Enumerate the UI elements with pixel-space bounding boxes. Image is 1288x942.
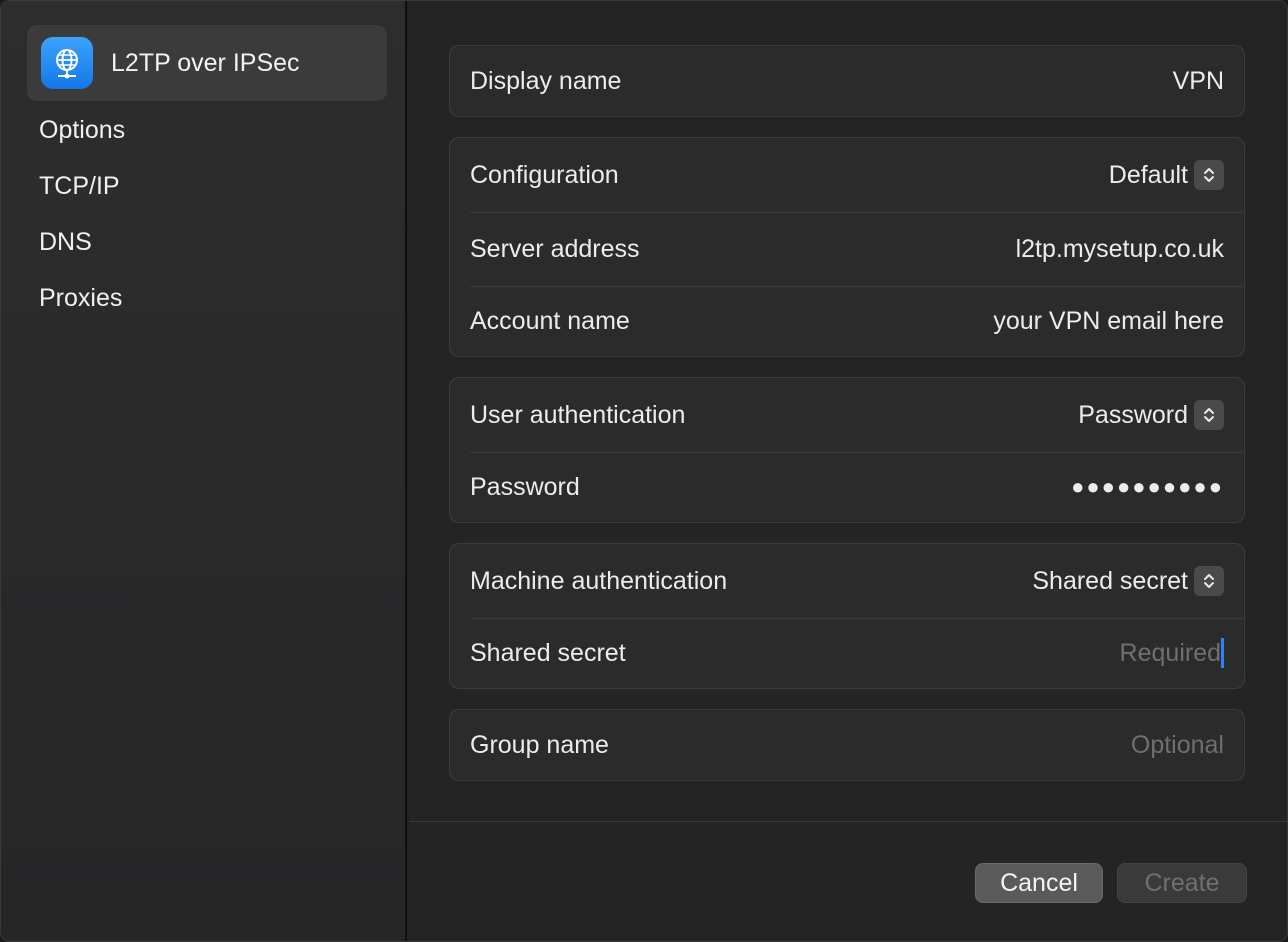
group-name-label: Group name [470,730,609,759]
display-name-field[interactable]: VPN [1173,67,1224,96]
account-name-label: Account name [470,306,630,335]
account-name-row: Account name your VPN email here [450,286,1244,356]
sidebar-item-dns[interactable]: DNS [39,226,92,258]
shared-secret-placeholder: Required [1119,638,1221,667]
updown-chevron-icon [1194,566,1224,596]
server-address-field[interactable]: l2tp.mysetup.co.uk [1016,235,1224,264]
configuration-label: Configuration [470,160,619,189]
display-name-group: Display name VPN [449,45,1245,117]
server-address-label: Server address [470,234,640,263]
settings-pane: Display name VPN Configuration Default S… [409,1,1287,941]
machine-auth-value: Shared secret [1032,566,1188,595]
group-name-field[interactable]: Optional [1131,731,1224,760]
sidebar-item-proxies[interactable]: Proxies [39,282,122,314]
create-button[interactable]: Create [1117,863,1247,903]
group-name-group: Group name Optional [449,709,1245,781]
password-field[interactable]: ●●●●●●●●●● [1071,474,1224,500]
sidebar-item-l2tp-over-ipsec[interactable]: L2TP over IPSec [27,25,387,101]
account-name-field[interactable]: your VPN email here [993,307,1224,336]
updown-chevron-icon [1194,400,1224,430]
user-auth-popup[interactable]: Password [1078,400,1224,430]
user-auth-value: Password [1078,400,1188,429]
group-name-row: Group name Optional [450,710,1244,780]
machine-auth-row: Machine authentication Shared secret [450,544,1244,618]
machine-auth-popup[interactable]: Shared secret [1032,566,1224,596]
text-caret [1221,638,1224,668]
display-name-row: Display name VPN [450,46,1244,116]
machine-auth-label: Machine authentication [470,566,728,595]
footer-divider [409,821,1287,822]
sidebar: L2TP over IPSec Options TCP/IP DNS Proxi… [1,1,407,941]
password-label: Password [470,472,580,501]
configuration-row: Configuration Default [450,138,1244,212]
display-name-label: Display name [470,66,622,95]
configuration-value: Default [1108,160,1188,189]
updown-chevron-icon [1194,160,1224,190]
user-auth-group: User authentication Password Password ●●… [449,377,1245,523]
shared-secret-row: Shared secret Required [450,618,1244,688]
vpn-configuration-window: L2TP over IPSec Options TCP/IP DNS Proxi… [0,0,1288,942]
shared-secret-label: Shared secret [470,638,626,667]
connection-group: Configuration Default Server address l2t… [449,137,1245,357]
user-auth-row: User authentication Password [450,378,1244,452]
vpn-globe-icon [41,37,93,89]
sidebar-item-options[interactable]: Options [39,114,125,146]
sidebar-item-tcpip[interactable]: TCP/IP [39,170,120,202]
shared-secret-field[interactable]: Required [1120,638,1224,668]
user-auth-label: User authentication [470,400,686,429]
sidebar-selected-label: L2TP over IPSec [111,48,300,77]
configuration-popup[interactable]: Default [1109,160,1224,190]
cancel-button[interactable]: Cancel [975,863,1103,903]
server-address-row: Server address l2tp.mysetup.co.uk [450,212,1244,286]
machine-auth-group: Machine authentication Shared secret Sha… [449,543,1245,689]
password-row: Password ●●●●●●●●●● [450,452,1244,522]
